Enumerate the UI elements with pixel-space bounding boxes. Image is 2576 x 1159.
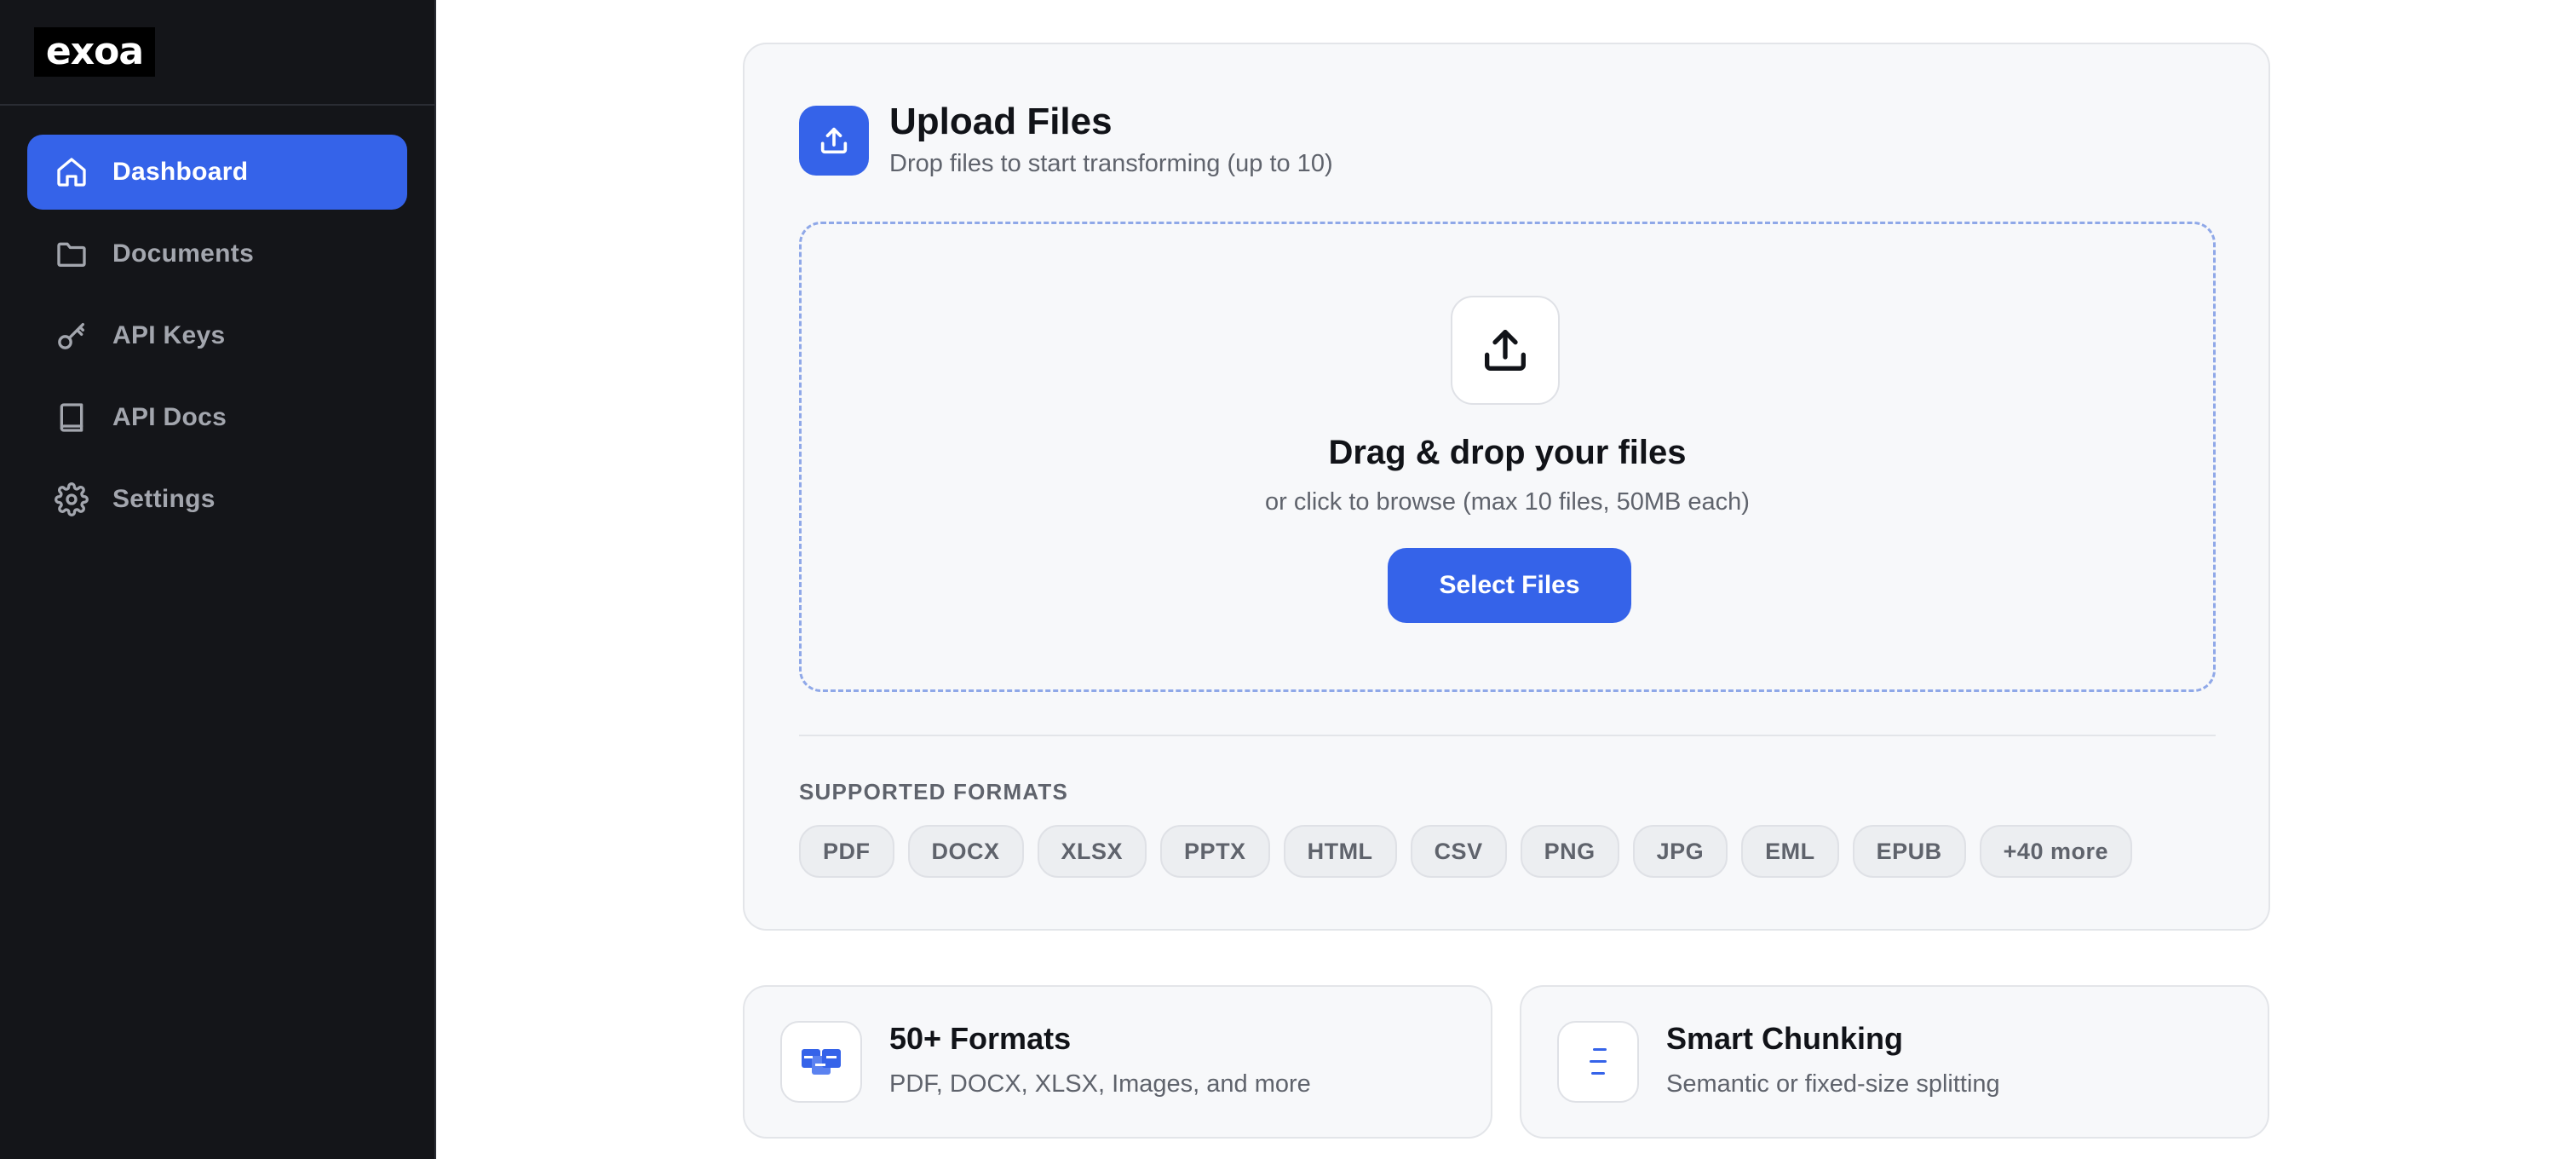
feature-subtitle: Semantic or fixed-size splitting: [1666, 1070, 2000, 1098]
format-chip: DOCX: [907, 825, 1024, 878]
upload-icon: [799, 106, 869, 176]
logo[interactable]: exoa: [34, 27, 155, 77]
sidebar-item-api-docs[interactable]: API Docs: [27, 380, 407, 455]
sidebar-item-settings[interactable]: Settings: [27, 462, 407, 537]
gear-icon: [55, 482, 89, 516]
sidebar-nav: Dashboard Documents API Keys API Docs Se…: [27, 135, 407, 544]
sidebar-item-api-keys[interactable]: API Keys: [27, 298, 407, 373]
upload-icon: [1451, 296, 1560, 405]
file-dropzone[interactable]: Drag & drop your files or click to brows…: [799, 222, 2216, 692]
feature-card-chunking: Smart Chunking Semantic or fixed-size sp…: [1520, 985, 2269, 1139]
format-chip: EPUB: [1852, 825, 1966, 878]
upload-title: Upload Files: [889, 101, 1113, 142]
home-icon: [55, 155, 89, 189]
upload-card: Upload Files Drop files to start transfo…: [743, 43, 2270, 931]
divider: [799, 735, 2216, 736]
dropzone-title: Drag & drop your files: [1328, 434, 1687, 471]
select-files-button[interactable]: Select Files: [1388, 548, 1631, 623]
format-chip: PDF: [799, 825, 894, 878]
upload-subtitle: Drop files to start transforming (up to …: [889, 150, 1333, 177]
format-chip: HTML: [1283, 825, 1397, 878]
more-formats-chip[interactable]: +40 more: [1979, 825, 2132, 878]
sidebar-item-label: API Docs: [112, 403, 227, 431]
format-chip: PNG: [1520, 825, 1619, 878]
format-chip: JPG: [1632, 825, 1728, 878]
format-chip: EML: [1741, 825, 1839, 878]
format-chip-list: PDF DOCX XLSX PPTX HTML CSV PNG JPG EML …: [799, 825, 2132, 878]
dropzone-subtitle: or click to browse (max 10 files, 50MB e…: [1265, 488, 1750, 516]
sidebar-item-label: Dashboard: [112, 158, 249, 186]
format-chip: XLSX: [1037, 825, 1147, 878]
sidebar: exoa Dashboard Documents API Keys API Do…: [0, 0, 436, 1159]
folder-icon: [55, 237, 89, 271]
feature-subtitle: PDF, DOCX, XLSX, Images, and more: [889, 1070, 1311, 1098]
feature-title: 50+ Formats: [889, 1021, 1072, 1056]
format-chip: PPTX: [1160, 825, 1270, 878]
feature-title: Smart Chunking: [1666, 1021, 1904, 1056]
format-chip: CSV: [1410, 825, 1507, 878]
logo-area: exoa: [0, 0, 434, 106]
sidebar-item-label: API Keys: [112, 321, 226, 349]
feature-card-formats: 50+ Formats PDF, DOCX, XLSX, Images, and…: [743, 985, 1492, 1139]
sidebar-item-label: Settings: [112, 485, 216, 513]
sidebar-item-documents[interactable]: Documents: [27, 216, 407, 291]
book-icon: [55, 401, 89, 435]
key-icon: [55, 319, 89, 353]
formats-icon: [780, 1021, 862, 1103]
sidebar-item-dashboard[interactable]: Dashboard: [27, 135, 407, 210]
chunking-icon: [1557, 1021, 1639, 1103]
sidebar-item-label: Documents: [112, 239, 255, 268]
supported-formats-label: SUPPORTED FORMATS: [799, 779, 1069, 804]
